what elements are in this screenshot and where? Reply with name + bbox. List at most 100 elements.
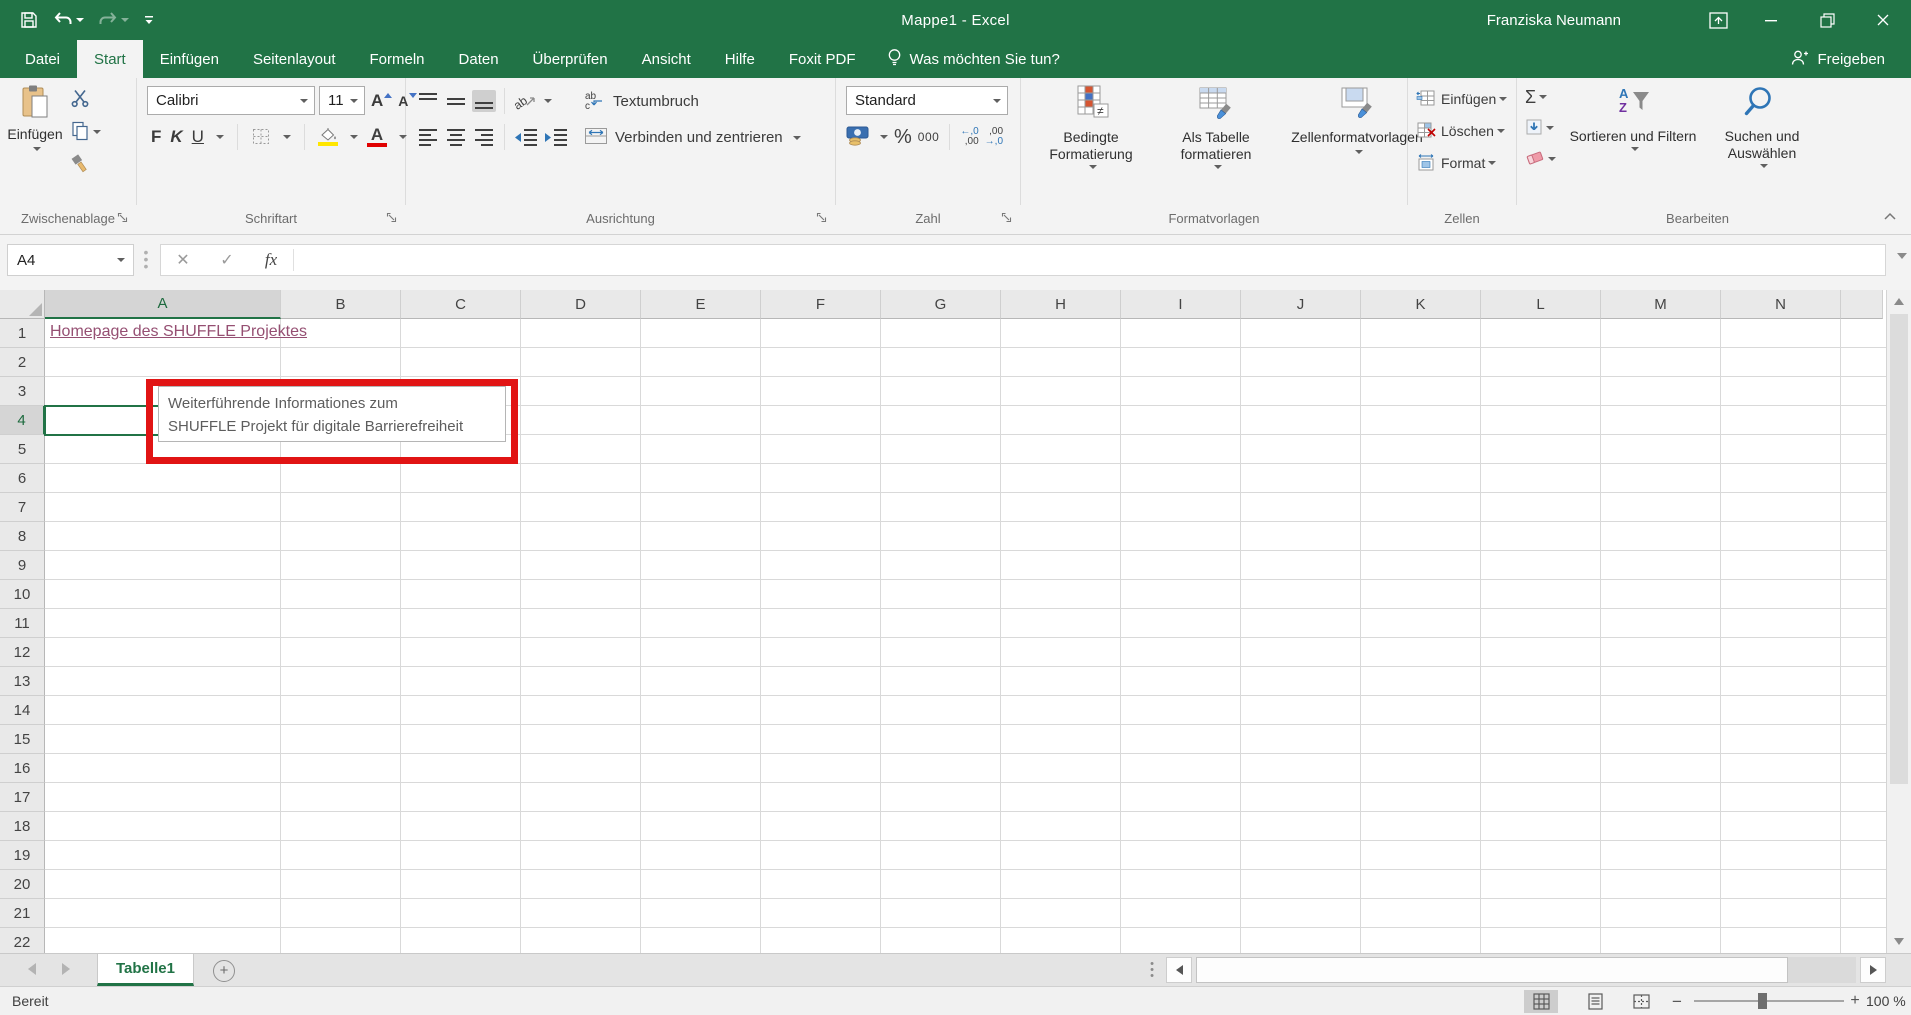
copy-button[interactable] bbox=[70, 119, 101, 145]
ribbon-display-options-icon[interactable] bbox=[1693, 0, 1743, 40]
borders-icon[interactable] bbox=[251, 126, 271, 149]
row-header-8[interactable]: 8 bbox=[0, 522, 45, 551]
align-bottom-icon[interactable] bbox=[472, 90, 496, 112]
row-header-3[interactable]: 3 bbox=[0, 377, 45, 406]
row-header-2[interactable]: 2 bbox=[0, 348, 45, 377]
sort-filter-button[interactable]: AZ Sortieren und Filtern bbox=[1569, 84, 1697, 151]
merge-center-button[interactable]: Verbinden und zentrieren bbox=[584, 126, 801, 149]
row-header-21[interactable]: 21 bbox=[0, 899, 45, 928]
column-header-h[interactable]: H bbox=[1001, 290, 1121, 319]
italic-button[interactable]: K bbox=[170, 127, 182, 147]
column-header-l[interactable]: L bbox=[1481, 290, 1601, 319]
scroll-down-icon[interactable] bbox=[1894, 938, 1904, 945]
column-header-k[interactable]: K bbox=[1361, 290, 1481, 319]
autosum-button[interactable]: Σ bbox=[1525, 84, 1556, 110]
grow-font-button[interactable]: A bbox=[371, 88, 392, 114]
accounting-format-dropdown[interactable] bbox=[880, 135, 888, 139]
page-layout-view-button[interactable] bbox=[1578, 990, 1612, 1013]
decrease-indent-icon[interactable] bbox=[513, 126, 539, 148]
close-button[interactable] bbox=[1855, 0, 1911, 40]
tab-ansicht[interactable]: Ansicht bbox=[625, 40, 708, 78]
row-header-13[interactable]: 13 bbox=[0, 667, 45, 696]
font-dialog-launcher-icon[interactable] bbox=[386, 210, 400, 224]
name-box[interactable]: A4 bbox=[7, 244, 134, 276]
increase-indent-icon[interactable] bbox=[543, 126, 569, 148]
orientation-dropdown[interactable] bbox=[544, 99, 552, 103]
share-button[interactable]: Freigeben bbox=[1790, 40, 1885, 78]
row-header-19[interactable]: 19 bbox=[0, 841, 45, 870]
select-all-corner[interactable] bbox=[0, 290, 45, 319]
paste-button[interactable]: Einfügen bbox=[6, 84, 64, 200]
row-header-9[interactable]: 9 bbox=[0, 551, 45, 580]
font-name-select[interactable]: Calibri bbox=[147, 86, 315, 115]
restore-button[interactable] bbox=[1799, 0, 1855, 40]
format-painter-button[interactable] bbox=[70, 152, 101, 178]
scroll-up-icon[interactable] bbox=[1894, 298, 1904, 305]
font-color-button[interactable]: A bbox=[367, 127, 387, 147]
row-header-20[interactable]: 20 bbox=[0, 870, 45, 899]
column-header-d[interactable]: D bbox=[521, 290, 641, 319]
column-header-m[interactable]: M bbox=[1601, 290, 1721, 319]
row-header-7[interactable]: 7 bbox=[0, 493, 45, 522]
new-sheet-icon[interactable]: + bbox=[213, 960, 235, 982]
tab-daten[interactable]: Daten bbox=[442, 40, 516, 78]
row-header-6[interactable]: 6 bbox=[0, 464, 45, 493]
worksheet-grid[interactable]: ABCDEFGHIJKLMN 1234567891011121314151617… bbox=[0, 290, 1886, 953]
column-header-n[interactable]: N bbox=[1721, 290, 1841, 319]
zoom-out-button[interactable]: − bbox=[1668, 992, 1686, 1012]
bold-button[interactable]: F bbox=[151, 127, 161, 147]
collapse-ribbon-icon[interactable] bbox=[1883, 208, 1897, 224]
tab-einf-gen[interactable]: Einfügen bbox=[143, 40, 236, 78]
zoom-slider-handle[interactable] bbox=[1758, 993, 1767, 1009]
increase-decimal-button[interactable]: ←,0,00 bbox=[960, 127, 978, 147]
row-header-16[interactable]: 16 bbox=[0, 754, 45, 783]
column-header-partial[interactable] bbox=[1841, 290, 1883, 319]
alignment-dialog-launcher-icon[interactable] bbox=[816, 210, 830, 224]
enter-icon[interactable]: ✓ bbox=[205, 250, 249, 270]
column-header-j[interactable]: J bbox=[1241, 290, 1361, 319]
cut-button[interactable] bbox=[70, 86, 101, 112]
column-header-i[interactable]: I bbox=[1121, 290, 1241, 319]
column-header-b[interactable]: B bbox=[281, 290, 401, 319]
row-header-18[interactable]: 18 bbox=[0, 812, 45, 841]
fill-button[interactable] bbox=[1525, 115, 1556, 141]
underline-dropdown[interactable] bbox=[216, 135, 224, 139]
fill-color-dropdown[interactable] bbox=[350, 135, 358, 139]
underline-button[interactable]: U bbox=[192, 127, 204, 147]
row-header-22[interactable]: 22 bbox=[0, 928, 45, 953]
zoom-slider-track[interactable] bbox=[1694, 1000, 1844, 1002]
minimize-button[interactable] bbox=[1743, 0, 1799, 40]
tab-formeln[interactable]: Formeln bbox=[353, 40, 442, 78]
format-as-table-button[interactable]: Als Tabelle formatieren bbox=[1153, 84, 1279, 169]
format-cells-button[interactable]: Format bbox=[1416, 150, 1507, 176]
normal-view-button[interactable] bbox=[1524, 990, 1558, 1013]
row-header-17[interactable]: 17 bbox=[0, 783, 45, 812]
cell-a1-hyperlink[interactable]: Homepage des SHUFFLE Projektes bbox=[50, 323, 307, 341]
horizontal-scroll-thumb[interactable] bbox=[1196, 957, 1788, 983]
tab-foxit-pdf[interactable]: Foxit PDF bbox=[772, 40, 873, 78]
next-sheet-icon[interactable] bbox=[62, 963, 70, 975]
accounting-format-icon[interactable] bbox=[846, 125, 871, 149]
scrollbar-resize-handle[interactable]: ••• bbox=[1148, 961, 1156, 979]
vertical-scroll-thumb[interactable] bbox=[1890, 314, 1908, 784]
tab-hilfe[interactable]: Hilfe bbox=[708, 40, 772, 78]
number-format-select[interactable]: Standard bbox=[846, 86, 1008, 115]
row-header-14[interactable]: 14 bbox=[0, 696, 45, 725]
previous-sheet-icon[interactable] bbox=[28, 963, 36, 975]
column-header-f[interactable]: F bbox=[761, 290, 881, 319]
tab--berpr-fen[interactable]: Überprüfen bbox=[516, 40, 625, 78]
insert-cells-button[interactable]: Einfügen bbox=[1416, 86, 1507, 112]
clear-button[interactable] bbox=[1525, 146, 1556, 172]
comma-style-button[interactable]: 000 bbox=[918, 130, 940, 144]
row-header-10[interactable]: 10 bbox=[0, 580, 45, 609]
fill-color-button[interactable] bbox=[318, 128, 338, 146]
delete-cells-button[interactable]: Löschen bbox=[1416, 118, 1507, 144]
decrease-decimal-button[interactable]: ,00→,0 bbox=[985, 127, 1003, 147]
align-middle-icon[interactable] bbox=[444, 90, 468, 112]
page-break-view-button[interactable] bbox=[1624, 990, 1658, 1013]
sheet-cells-area[interactable]: Homepage des SHUFFLE Projektes Weiterfüh… bbox=[45, 319, 1886, 953]
tell-me-box[interactable]: Was möchten Sie tun? bbox=[873, 40, 1074, 78]
align-center-icon[interactable] bbox=[444, 126, 468, 148]
sheet-tab-tabelle1[interactable]: Tabelle1 bbox=[97, 954, 194, 986]
column-header-c[interactable]: C bbox=[401, 290, 521, 319]
